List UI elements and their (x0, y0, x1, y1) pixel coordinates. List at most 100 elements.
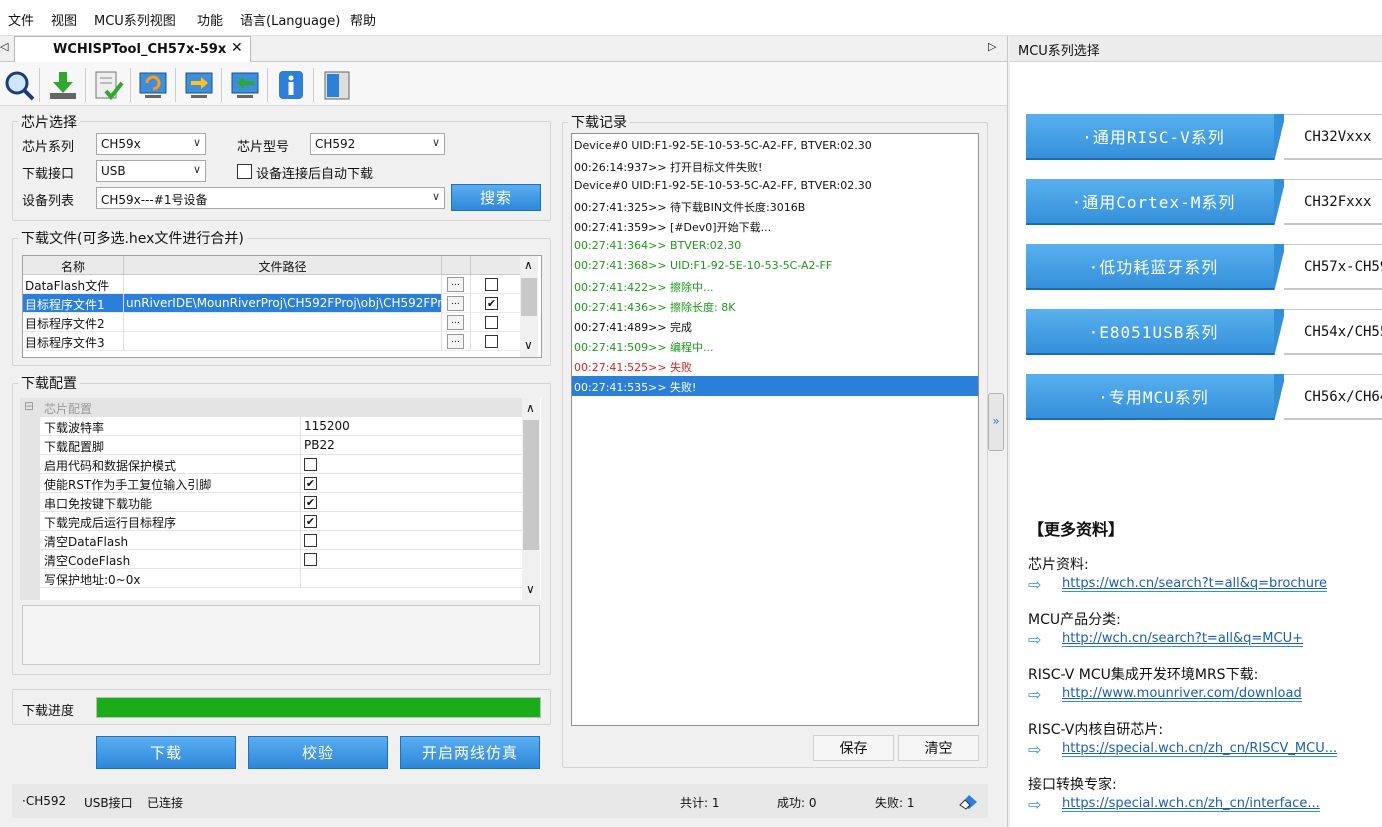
collapse-icon[interactable]: ⊟ (24, 399, 34, 413)
menu-function[interactable]: 功能 (197, 10, 223, 29)
property-grid-scrollbar[interactable]: ∧ ∨ (522, 398, 540, 600)
file-enable-checkbox[interactable] (485, 335, 498, 348)
file-enable-checkbox[interactable] (485, 278, 498, 291)
file-grid-scrollbar[interactable]: ∧ ∨ (520, 256, 538, 357)
import-icon[interactable] (226, 66, 264, 104)
emulate-button[interactable]: 开启两线仿真 (400, 736, 540, 769)
close-icon[interactable]: ✕ (231, 40, 243, 56)
device-list-select[interactable]: CH59x---#1号设备 ∨ (96, 187, 445, 209)
log-line[interactable]: 00:27:41:489>> 完成 (574, 316, 977, 336)
property-checkbox[interactable] (304, 458, 317, 471)
chip-model-select[interactable]: CH592 ∨ (310, 133, 445, 155)
column-header-name[interactable]: 名称 (23, 256, 124, 275)
table-row[interactable]: 目标程序文件2... (23, 313, 521, 332)
table-row[interactable]: 目标程序文件1 unRiverIDE\MounRiverProj\CH592FPr… (23, 294, 521, 313)
property-row[interactable]: 启用代码和数据保护模式 (40, 455, 522, 474)
mcu-series-button[interactable]: ·通用RISC-V系列 CH32Vxxx (1026, 114, 1382, 162)
log-line[interactable]: Device#0 UID:F1-92-5E-10-53-5C-A2-FF, BT… (574, 136, 977, 156)
property-row[interactable]: 使能RST作为手工复位输入引脚 ✔ (40, 474, 522, 493)
browse-button[interactable]: ... (447, 277, 464, 292)
resource-link[interactable]: http://www.mounriver.com/download (1062, 686, 1302, 702)
column-header-path[interactable]: 文件路径 (124, 256, 442, 275)
table-row[interactable]: DataFlash文件... (23, 275, 521, 294)
property-row[interactable]: 清空CodeFlash (40, 550, 522, 569)
property-checkbox[interactable] (304, 534, 317, 547)
collapse-panel-button[interactable]: » (988, 393, 1004, 451)
search-device-icon[interactable] (0, 66, 38, 104)
save-log-button[interactable]: 保存 (813, 735, 894, 761)
property-row[interactable]: 下载完成后运行目标程序 ✔ (40, 512, 522, 531)
file-enable-checkbox[interactable] (485, 316, 498, 329)
browse-button[interactable]: ... (447, 315, 464, 330)
file-path-cell[interactable] (124, 332, 442, 351)
browse-button[interactable]: ... (447, 296, 464, 311)
search-button[interactable]: 搜索 (451, 184, 541, 211)
mcu-series-button[interactable]: ·专用MCU系列 CH56x/CH64 (1026, 374, 1382, 422)
property-value[interactable]: PB22 (304, 438, 335, 452)
file-path-cell[interactable] (124, 275, 442, 294)
chip-series-select[interactable]: CH59x ∨ (96, 133, 206, 155)
scroll-down-icon[interactable]: ∨ (524, 338, 533, 352)
property-checkbox[interactable]: ✔ (304, 515, 317, 528)
tab-scroll-left-icon[interactable]: ◁ (0, 40, 8, 53)
mcu-series-button[interactable]: ·通用Cortex-M系列 CH32Fxxx (1026, 179, 1382, 227)
file-path-cell[interactable] (124, 313, 442, 332)
tab-document[interactable]: WCHISPTool_CH57x-59x ✕ (14, 36, 251, 63)
log-line[interactable]: 00:27:41:325>> 待下载BIN文件长度:3016B (574, 196, 977, 216)
download-button[interactable]: 下载 (96, 736, 236, 769)
menu-language[interactable]: 语言(Language) (240, 10, 340, 29)
log-line[interactable]: 00:27:41:535>> 失败! (572, 376, 978, 396)
layout-icon[interactable] (318, 66, 356, 104)
log-line[interactable]: 00:27:41:368>> UID:F1-92-5E-10-53-5C-A2-… (574, 256, 977, 276)
section-芯片配置[interactable]: ⊟ 芯片配置 (20, 398, 522, 417)
property-checkbox[interactable]: ✔ (304, 477, 317, 490)
mcu-series-button[interactable]: ·低功耗蓝牙系列 CH57x-CH59 (1026, 244, 1382, 292)
verify-button[interactable]: 校验 (248, 736, 388, 769)
file-path-cell[interactable]: unRiverIDE\MounRiverProj\CH592FProj\obj\… (124, 294, 442, 313)
scroll-up-icon[interactable]: ∧ (524, 258, 533, 272)
property-checkbox[interactable] (304, 553, 317, 566)
log-line[interactable]: 00:27:41:525>> 失败 (574, 356, 977, 376)
menu-help[interactable]: 帮助 (350, 10, 376, 29)
property-row[interactable]: 清空DataFlash (40, 531, 522, 550)
file-enable-checkbox[interactable]: ✔ (485, 297, 498, 310)
verify-icon[interactable] (89, 66, 127, 104)
log-line[interactable]: 00:27:41:359>> [#Dev0]开始下载... (574, 216, 977, 236)
refresh-icon[interactable] (134, 66, 172, 104)
resource-link[interactable]: https://special.wch.cn/zh_cn/interface..… (1062, 796, 1320, 812)
resource-link[interactable]: http://wch.cn/search?t=all&q=MCU+ (1062, 631, 1303, 647)
property-row[interactable]: 写保护地址:0~0x (40, 569, 522, 588)
download-icon[interactable] (44, 66, 82, 104)
log-list[interactable]: Device#0 UID:F1-92-5E-10-53-5C-A2-FF, BT… (571, 133, 979, 726)
eraser-icon[interactable] (957, 792, 979, 814)
property-value[interactable]: 115200 (304, 419, 350, 433)
scroll-thumb[interactable] (521, 278, 537, 316)
property-row[interactable]: 下载波特率 115200 (40, 417, 522, 436)
browse-button[interactable]: ... (447, 334, 464, 349)
log-line[interactable]: Device#0 UID:F1-92-5E-10-53-5C-A2-FF, BT… (574, 176, 977, 196)
property-row[interactable]: 下载配置脚 PB22 (40, 436, 522, 455)
property-row[interactable]: 串口免按键下载功能 ✔ (40, 493, 522, 512)
menu-mcu-view[interactable]: MCU系列视图 (94, 10, 176, 29)
scroll-thumb[interactable] (523, 420, 539, 550)
resource-link[interactable]: https://wch.cn/search?t=all&q=brochure (1062, 576, 1328, 592)
tab-scroll-right-icon[interactable]: ▷ (988, 40, 996, 53)
log-line[interactable]: 00:26:14:937>> 打开目标文件失败! (574, 156, 977, 176)
clear-log-button[interactable]: 清空 (898, 735, 979, 761)
auto-download-checkbox[interactable] (237, 164, 252, 179)
mcu-series-button[interactable]: ·E8051USB系列 CH54x/CH55 (1026, 309, 1382, 357)
resource-link[interactable]: https://special.wch.cn/zh_cn/RISCV_MCU..… (1062, 741, 1338, 757)
menu-file[interactable]: 文件 (8, 10, 34, 29)
log-line[interactable]: 00:27:41:364>> BTVER:02.30 (574, 236, 977, 256)
log-line[interactable]: 00:27:41:436>> 擦除长度: 8K (574, 296, 977, 316)
property-checkbox[interactable]: ✔ (304, 496, 317, 509)
log-line[interactable]: 00:27:41:422>> 擦除中... (574, 276, 977, 296)
table-row[interactable]: 目标程序文件3... (23, 332, 521, 351)
scroll-down-icon[interactable]: ∨ (526, 582, 535, 596)
download-iface-select[interactable]: USB ∨ (96, 160, 206, 182)
info-icon[interactable] (272, 66, 310, 104)
scroll-up-icon[interactable]: ∧ (526, 401, 535, 415)
log-line[interactable]: 00:27:41:509>> 编程中... (574, 336, 977, 356)
menu-view[interactable]: 视图 (51, 10, 77, 29)
export-icon[interactable] (180, 66, 218, 104)
